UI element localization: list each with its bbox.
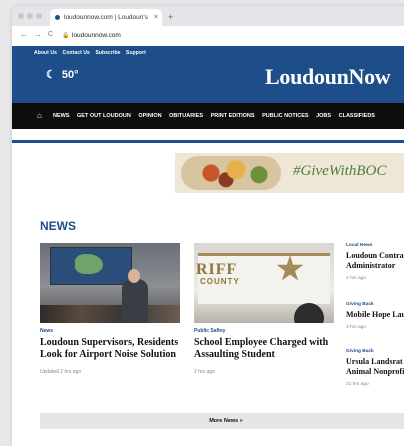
- window-maximize-dot[interactable]: [36, 13, 42, 19]
- nav-classifieds[interactable]: CLASSIFIEDS: [339, 113, 375, 119]
- story-category[interactable]: News: [40, 328, 53, 334]
- audience: [40, 305, 180, 323]
- speaker-head: [128, 269, 140, 283]
- header-divider: [12, 140, 404, 143]
- sidebar-category[interactable]: Giving Back: [346, 349, 374, 354]
- link-support[interactable]: Support: [126, 50, 146, 56]
- url-field[interactable]: 🔒 loudounnow.com: [62, 29, 404, 43]
- vehicle-wheel: [294, 303, 324, 323]
- nav-opinion[interactable]: OPINION: [138, 113, 161, 119]
- link-about-us[interactable]: About Us: [34, 50, 57, 56]
- tab-bar: loudounnow.com | Loudoun's × +: [12, 6, 404, 26]
- story-headline[interactable]: School Employee Charged with Assaulting …: [194, 337, 339, 361]
- site-header: About Us Contact Us Subscribe Support ☾ 5…: [12, 46, 404, 103]
- ad-tagline: #GiveWithBOC: [293, 163, 387, 179]
- sidebar-headline-line[interactable]: Administrator: [346, 261, 395, 271]
- vehicle-lettering-county: COUNTY: [200, 277, 240, 286]
- site-logo[interactable]: LoudounNow: [265, 64, 391, 90]
- sidebar-meta: 3 hrs ago: [346, 325, 367, 330]
- new-tab-button[interactable]: +: [168, 9, 173, 26]
- url-text: loudounnow.com: [72, 32, 121, 39]
- nav-news[interactable]: NEWS: [53, 113, 70, 119]
- sidebar-category[interactable]: Local News: [346, 243, 372, 248]
- window-close-dot[interactable]: [18, 13, 24, 19]
- ad-banner[interactable]: #GiveWithBOC: [175, 153, 404, 193]
- sidebar-headline-line[interactable]: Mobile Hope Lau: [346, 310, 404, 320]
- more-news-button[interactable]: More News »: [40, 413, 404, 429]
- top-links: About Us Contact Us Subscribe Support: [34, 50, 150, 56]
- section-title: NEWS: [40, 219, 76, 233]
- nav-get-out-loudoun[interactable]: GET OUT LOUDOUN: [77, 113, 131, 119]
- story-image-sheriff[interactable]: RIFF COUNTY: [194, 243, 334, 323]
- lock-icon: 🔒: [62, 33, 70, 39]
- browser-tab[interactable]: loudounnow.com | Loudoun's ×: [50, 9, 162, 26]
- speaker: [122, 279, 148, 323]
- sidebar-headline-line[interactable]: Loudoun Contra: [346, 251, 404, 261]
- sidebar-headline-line[interactable]: Ursula Landsrat: [346, 357, 403, 367]
- sidebar-headline-line[interactable]: Animal Nonprofi: [346, 367, 404, 377]
- nav-public-notices[interactable]: PUBLIC NOTICES: [262, 113, 308, 119]
- weather-temp: 50°: [61, 69, 79, 81]
- story-meta: 2 hrs ago: [194, 369, 215, 375]
- link-subscribe[interactable]: Subscribe: [95, 50, 120, 56]
- sidebar-meta: 21 hrs ago: [346, 382, 369, 387]
- nav-jobs[interactable]: JOBS: [316, 113, 331, 119]
- window-minimize-dot[interactable]: [27, 13, 33, 19]
- link-contact-us[interactable]: Contact Us: [63, 50, 90, 56]
- moon-icon: ☾: [46, 69, 56, 81]
- favicon-icon: [55, 15, 60, 20]
- story-category[interactable]: Public Saftey: [194, 328, 225, 334]
- nav-print-editions[interactable]: PRINT EDITIONS: [211, 113, 255, 119]
- address-bar: ← → C 🔒 loudounnow.com: [12, 26, 404, 47]
- forward-icon[interactable]: →: [34, 30, 42, 39]
- story-headline[interactable]: Loudoun Supervisors, Residents Look for …: [40, 337, 190, 361]
- tab-close-icon[interactable]: ×: [154, 9, 158, 26]
- ad-food-image: [181, 156, 281, 190]
- map-screen: [50, 247, 132, 285]
- browser-window: loudounnow.com | Loudoun's × + ← → C 🔒 l…: [12, 6, 404, 446]
- back-icon[interactable]: ←: [20, 30, 28, 39]
- nav-obituaries[interactable]: OBITUARIES: [169, 113, 203, 119]
- tab-title: loudounnow.com | Loudoun's: [64, 14, 148, 21]
- main-nav: ⌂ NEWS GET OUT LOUDOUN OPINION OBITUARIE…: [12, 103, 404, 129]
- story-image-supervisors[interactable]: [40, 243, 180, 323]
- story-meta: Updated 2 hrs ago: [40, 369, 82, 375]
- weather-widget[interactable]: ☾ 50°: [46, 68, 79, 81]
- sidebar-category[interactable]: Giving Back: [346, 302, 374, 307]
- reload-icon[interactable]: C: [48, 31, 53, 38]
- home-icon[interactable]: ⌂: [37, 103, 42, 129]
- sidebar-meta: 2 hrs ago: [346, 276, 367, 281]
